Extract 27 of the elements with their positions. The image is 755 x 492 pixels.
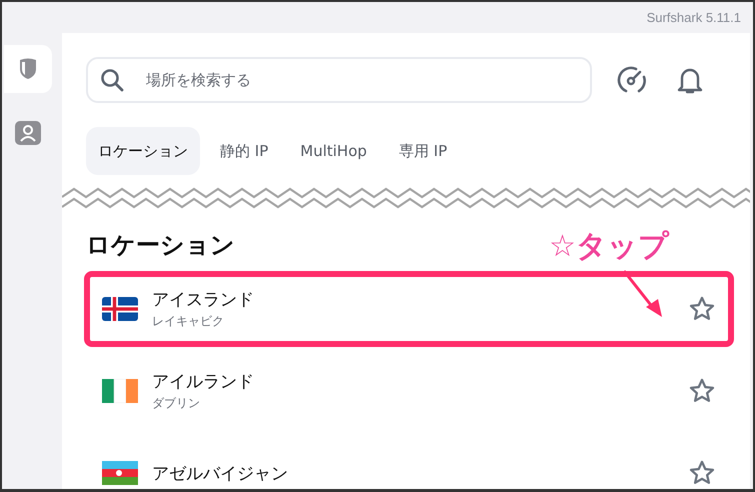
- star-icon[interactable]: [688, 377, 716, 405]
- city-name: ダブリン: [152, 395, 201, 412]
- section-title: ロケーション: [86, 230, 235, 261]
- country-name: アイスランド: [152, 289, 255, 311]
- shield-icon: [19, 58, 37, 80]
- country-name: アゼルバイジャン: [152, 462, 289, 484]
- flag-icon: [102, 297, 138, 321]
- profile-icon: [15, 121, 41, 145]
- location-tab[interactable]: 専用 IP: [386, 127, 460, 175]
- location-tab[interactable]: ロケーション: [86, 127, 200, 175]
- annotation-arrow: [622, 269, 664, 319]
- sidebar-item[interactable]: [4, 45, 52, 93]
- star-icon[interactable]: [688, 459, 716, 487]
- location-row[interactable]: アゼルバイジャン: [84, 435, 734, 489]
- highlight-frame[interactable]: アイスランド レイキャビク: [84, 271, 734, 347]
- location-row[interactable]: アイルランド ダブリン: [84, 353, 734, 429]
- country-name: アイルランド: [152, 371, 255, 393]
- annotation-text: ☆タップ: [549, 228, 669, 266]
- app-version: Surfshark 5.11.1: [646, 10, 741, 25]
- flag-icon: [102, 379, 138, 403]
- star-icon[interactable]: [688, 295, 716, 323]
- location-tab[interactable]: MultiHop: [288, 127, 379, 175]
- search-field[interactable]: 場所を検索する: [86, 57, 592, 103]
- location-tab[interactable]: 静的 IP: [208, 127, 280, 175]
- city-name: レイキャビク: [152, 313, 225, 330]
- flag-icon: [102, 461, 138, 485]
- search-icon: [100, 68, 124, 92]
